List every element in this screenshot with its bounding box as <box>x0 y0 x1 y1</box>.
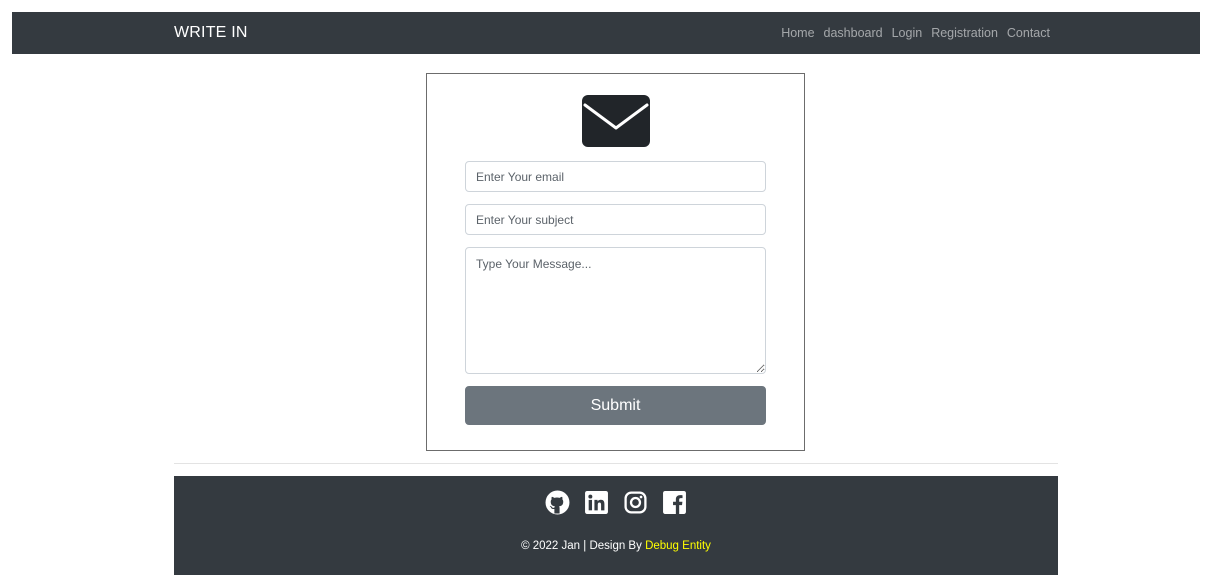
facebook-icon[interactable] <box>662 490 687 515</box>
copyright-text: © 2022 Jan | Design By Debug Entity <box>174 540 1058 552</box>
navbar: WRITE IN Home dashboard Login Registrati… <box>12 12 1200 54</box>
message-textarea[interactable] <box>465 247 766 374</box>
copyright-label: © 2022 Jan | Design By <box>521 540 642 552</box>
footer: © 2022 Jan | Design By Debug Entity <box>174 476 1058 575</box>
subject-input[interactable] <box>465 204 766 235</box>
social-links <box>174 490 1058 515</box>
linkedin-icon[interactable] <box>584 490 609 515</box>
nav-link-dashboard[interactable]: dashboard <box>824 26 883 40</box>
github-icon[interactable] <box>545 490 570 515</box>
nav-link-login[interactable]: Login <box>892 26 923 40</box>
nav-link-registration[interactable]: Registration <box>931 26 998 40</box>
contact-form-card: Submit <box>426 73 805 451</box>
brand-logo[interactable]: WRITE IN <box>174 12 248 54</box>
submit-button[interactable]: Submit <box>465 386 766 425</box>
credit-link[interactable]: Debug Entity <box>645 540 711 552</box>
instagram-icon[interactable] <box>623 490 648 515</box>
nav-link-contact[interactable]: Contact <box>1007 26 1050 40</box>
nav-link-home[interactable]: Home <box>781 26 814 40</box>
envelope-icon <box>582 95 650 147</box>
email-input[interactable] <box>465 161 766 192</box>
nav-links: Home dashboard Login Registration Contac… <box>781 12 1050 54</box>
footer-divider <box>174 463 1058 464</box>
